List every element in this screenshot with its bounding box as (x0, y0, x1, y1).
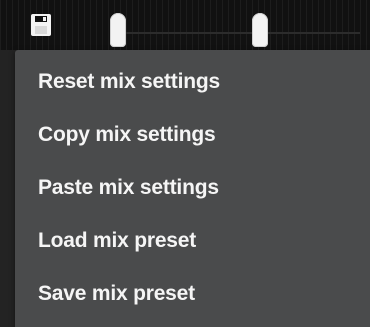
mixer-strip (0, 0, 370, 50)
fader-handle-right[interactable] (252, 13, 268, 47)
mix-context-menu: Reset mix settings Copy mix settings Pas… (15, 50, 370, 327)
floppy-disk-icon[interactable] (30, 13, 52, 37)
menu-item-copy-mix-settings[interactable]: Copy mix settings (15, 109, 370, 161)
mix-app: Reset mix settings Copy mix settings Pas… (0, 0, 370, 327)
menu-item-label: Reset mix settings (38, 70, 220, 93)
fader-handle-left[interactable] (110, 13, 126, 47)
menu-item-label: Paste mix settings (38, 176, 219, 199)
menu-item-label: Save mix preset (38, 282, 195, 305)
menu-item-label: Copy mix settings (38, 123, 216, 146)
menu-item-paste-mix-settings[interactable]: Paste mix settings (15, 162, 370, 214)
menu-item-reset-mix-settings[interactable]: Reset mix settings (15, 56, 370, 108)
menu-item-load-mix-preset[interactable]: Load mix preset (15, 215, 370, 267)
menu-item-save-mix-preset[interactable]: Save mix preset (15, 268, 370, 320)
menu-item-label: Load mix preset (38, 229, 197, 252)
fader-track (120, 32, 360, 34)
